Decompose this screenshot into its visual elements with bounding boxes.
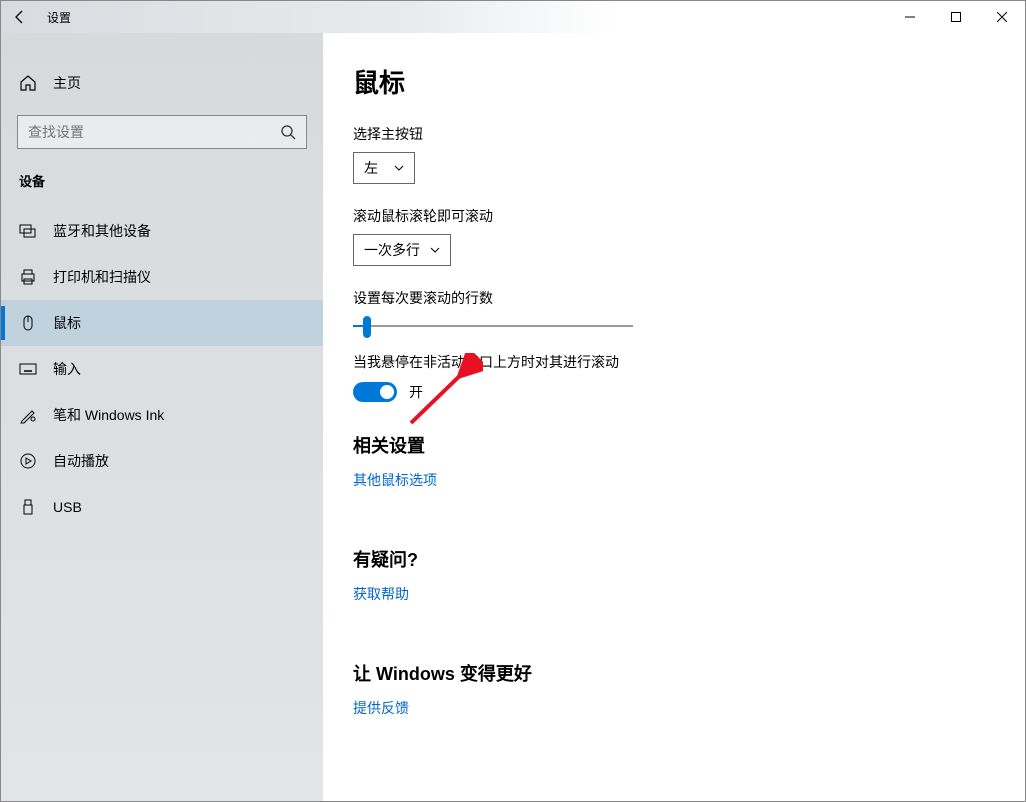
scroll-mode-value: 一次多行 [364,240,420,260]
sidebar-nav: 蓝牙和其他设备 打印机和扫描仪 鼠标 [1,208,323,530]
close-button[interactable] [979,1,1025,33]
hover-scroll-toggle[interactable] [353,382,397,402]
primary-button-select[interactable]: 左 [353,152,415,184]
sidebar-item-label: 自动播放 [53,451,109,471]
other-mouse-options-link[interactable]: 其他鼠标选项 [353,470,437,490]
usb-icon [19,498,37,516]
hover-scroll-label: 当我悬停在非活动窗口上方时对其进行滚动 [353,352,985,372]
primary-button-label: 选择主按钮 [353,124,985,144]
chevron-down-icon [394,160,404,176]
pen-icon [19,406,37,424]
sidebar-item-label: USB [53,499,82,515]
chevron-down-icon [430,242,440,258]
toggle-knob [380,385,394,399]
toggle-state-label: 开 [409,382,423,402]
sidebar-item-printers[interactable]: 打印机和扫描仪 [1,254,323,300]
lines-slider[interactable] [353,316,633,336]
sidebar-item-pen[interactable]: 笔和 Windows Ink [1,392,323,438]
home-icon [19,74,37,92]
sidebar-item-mouse[interactable]: 鼠标 [1,300,323,346]
scroll-mode-label: 滚动鼠标滚轮即可滚动 [353,206,985,226]
sidebar-item-label: 打印机和扫描仪 [53,267,151,287]
search-input[interactable] [28,124,280,140]
sidebar-item-label: 笔和 Windows Ink [53,405,164,425]
related-settings-heading: 相关设置 [353,432,985,458]
printer-icon [19,268,37,286]
sidebar-item-label: 蓝牙和其他设备 [53,221,151,241]
feedback-heading: 让 Windows 变得更好 [353,660,985,686]
primary-button-value: 左 [364,158,378,178]
home-label: 主页 [53,73,81,93]
slider-track [353,325,633,327]
search-icon [280,124,296,140]
window-title: 设置 [47,9,71,26]
home-button[interactable]: 主页 [1,63,323,103]
titlebar: 设置 [1,1,1025,33]
sidebar-item-usb[interactable]: USB [1,484,323,530]
minimize-button[interactable] [887,1,933,33]
lines-label: 设置每次要滚动的行数 [353,288,985,308]
sidebar: 主页 设备 蓝牙和其他设备 [1,33,323,801]
mouse-icon [19,314,37,332]
feedback-link[interactable]: 提供反馈 [353,698,409,718]
slider-thumb[interactable] [363,316,371,338]
back-button[interactable] [11,8,29,26]
page-title: 鼠标 [353,63,985,100]
get-help-link[interactable]: 获取帮助 [353,584,409,604]
scroll-mode-select[interactable]: 一次多行 [353,234,451,266]
sidebar-item-label: 鼠标 [53,313,81,333]
main-content: 鼠标 选择主按钮 左 滚动鼠标滚轮即可滚动 一次多行 设置每次要滚动的行数 当我… [323,33,1025,801]
sidebar-item-label: 输入 [53,359,81,379]
sidebar-item-typing[interactable]: 输入 [1,346,323,392]
keyboard-icon [19,360,37,378]
autoplay-icon [19,452,37,470]
help-heading: 有疑问? [353,546,985,572]
sidebar-item-autoplay[interactable]: 自动播放 [1,438,323,484]
bluetooth-devices-icon [19,222,37,240]
sidebar-item-bluetooth[interactable]: 蓝牙和其他设备 [1,208,323,254]
maximize-button[interactable] [933,1,979,33]
sidebar-section-label: 设备 [1,149,323,198]
search-box[interactable] [17,115,307,149]
